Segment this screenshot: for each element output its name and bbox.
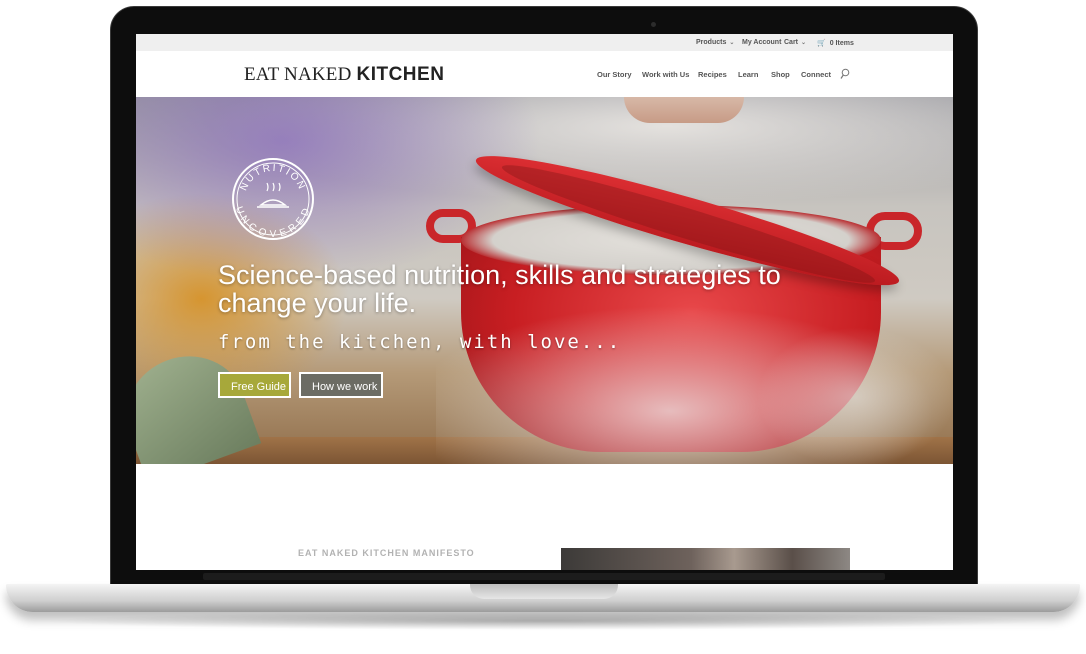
manifesto-title: EAT NAKED KITCHEN MANIFESTO: [298, 548, 475, 558]
site-logo[interactable]: EAT NAKED KITCHEN: [244, 64, 444, 86]
steam: [756, 327, 953, 464]
products-menu[interactable]: Products ⌄: [696, 39, 734, 46]
laptop-shadow: [40, 612, 1046, 630]
camera: [651, 22, 656, 27]
manifesto-photo: [561, 548, 850, 570]
hero-subtitle: from the kitchen, with love...: [218, 331, 622, 353]
site-header: EAT NAKED KITCHEN Our Story Work with Us…: [136, 51, 953, 98]
nav-shop[interactable]: Shop: [771, 70, 790, 79]
cart-items-link[interactable]: 🛒 0 Items: [817, 39, 854, 47]
chevron-down-icon: ⌄: [729, 40, 735, 46]
hero-title: Science-based nutrition, skills and stra…: [218, 260, 781, 318]
laptop-notch: [470, 584, 618, 599]
nav-learn[interactable]: Learn: [738, 70, 758, 79]
cart-menu[interactable]: Cart ⌄: [784, 39, 806, 46]
svg-text:UNCOVERED: UNCOVERED: [233, 205, 313, 240]
nav-work-with-us[interactable]: Work with Us: [642, 70, 689, 79]
nav-our-story[interactable]: Our Story: [597, 70, 632, 79]
cart-icon: 🛒: [817, 40, 826, 47]
nav-recipes[interactable]: Recipes: [698, 70, 727, 79]
chevron-down-icon: ⌄: [801, 40, 807, 46]
how-we-work-button[interactable]: How we work: [299, 372, 383, 398]
search-icon[interactable]: [840, 68, 850, 80]
nav-connect[interactable]: Connect: [801, 70, 831, 79]
laptop-bezel-bottom: [203, 573, 885, 580]
top-bar: Products ⌄ My Account Cart ⌄ 🛒 0 Items: [136, 34, 953, 52]
free-guide-button[interactable]: Free Guide: [218, 372, 291, 398]
badge-text-bottom: UNCOVERED: [233, 205, 311, 240]
hero-banner: NUTRITION UNCOVERED Science-based nutrit…: [136, 97, 953, 464]
my-account-link[interactable]: My Account: [742, 39, 781, 46]
nutrition-uncovered-badge: NUTRITION UNCOVERED: [232, 158, 314, 240]
hand-image: [624, 97, 744, 123]
website-screen: Products ⌄ My Account Cart ⌄ 🛒 0 Items EAT …: [136, 34, 953, 570]
leaf-decoration: [136, 339, 262, 464]
